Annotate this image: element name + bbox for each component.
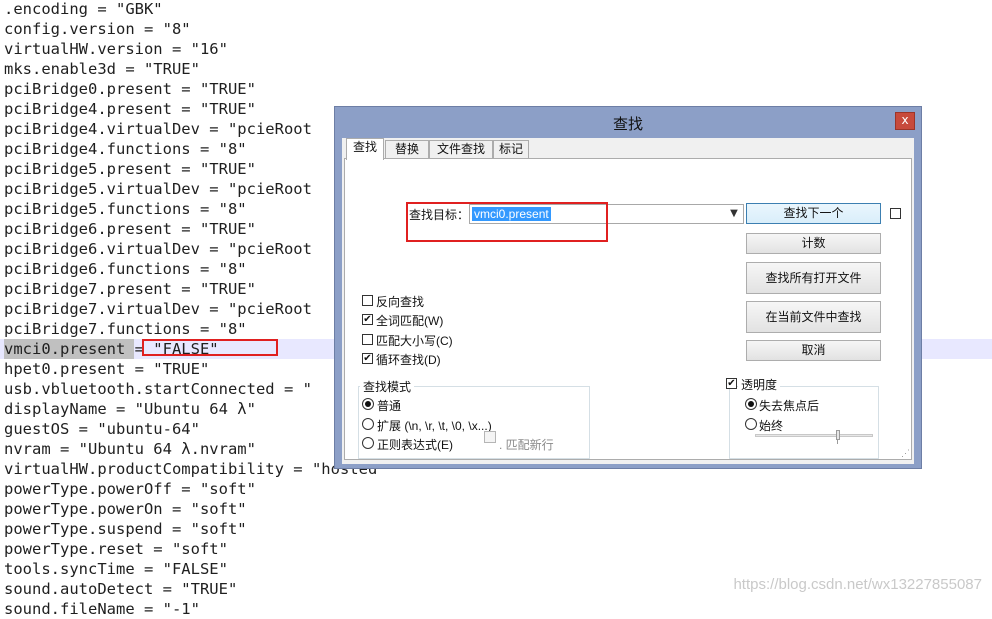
transparency-checkbox[interactable]: ✔ xyxy=(726,378,737,389)
code-line[interactable]: usb.vbluetooth.startConnected = " xyxy=(4,379,312,399)
dialog-titlebar[interactable]: 查找 x xyxy=(335,107,921,137)
wrap-around-checkbox[interactable]: ✔ xyxy=(362,353,373,364)
code-line[interactable]: pciBridge6.virtualDev = "pcieRoot xyxy=(4,239,312,259)
code-line[interactable]: .encoding = "GBK" xyxy=(4,0,163,19)
code-line[interactable]: tools.syncTime = "FALSE" xyxy=(4,559,228,579)
count-button[interactable]: 计数 xyxy=(746,233,881,254)
code-line[interactable]: pciBridge5.functions = "8" xyxy=(4,199,247,219)
code-line[interactable]: pciBridge0.present = "TRUE" xyxy=(4,79,256,99)
close-button[interactable]: x xyxy=(895,112,915,130)
code-line[interactable]: virtualHW.productCompatibility = "hosted… xyxy=(4,459,387,479)
code-line[interactable]: sound.autoDetect = "TRUE" xyxy=(4,579,237,599)
find-all-open-files-button[interactable]: 查找所有打开文件 xyxy=(746,262,881,294)
dot-newline-label: . 匹配新行 xyxy=(499,438,554,452)
close-icon: x xyxy=(901,113,909,127)
tab-find[interactable]: 查找 xyxy=(346,138,384,160)
transparency-slider-track[interactable] xyxy=(755,434,873,437)
find-in-current-file-button[interactable]: 在当前文件中查找 xyxy=(746,301,881,333)
mode-regex-radio[interactable] xyxy=(362,437,374,449)
code-line[interactable]: pciBridge7.present = "TRUE" xyxy=(4,279,256,299)
find-tab-panel: 查找目标： vmci0.present ▼ 查找下一个 计数 查找所有打开文件 … xyxy=(344,158,912,460)
cancel-button[interactable]: 取消 xyxy=(746,340,881,361)
transparency-focus-radio[interactable] xyxy=(745,398,757,410)
code-line[interactable]: pciBridge4.functions = "8" xyxy=(4,139,247,159)
code-line[interactable]: mks.enable3d = "TRUE" xyxy=(4,59,200,79)
dot-newline-checkbox[interactable] xyxy=(484,431,496,443)
mode-extended-radio[interactable] xyxy=(362,418,374,430)
code-line[interactable]: pciBridge6.functions = "8" xyxy=(4,259,247,279)
mode-regex-label[interactable]: 正则表达式(E) xyxy=(377,436,453,453)
match-case-label[interactable]: 匹配大小写(C) xyxy=(376,332,453,349)
code-line[interactable]: virtualHW.version = "16" xyxy=(4,39,228,59)
code-line[interactable]: powerType.powerOn = "soft" xyxy=(4,499,247,519)
backward-label[interactable]: 反向查找 xyxy=(376,293,424,310)
tab-replace[interactable]: 替换 xyxy=(385,140,429,159)
code-line[interactable]: powerType.powerOff = "soft" xyxy=(4,479,256,499)
tab-mark[interactable]: 标记 xyxy=(493,140,529,159)
mode-extended-label[interactable]: 扩展 (\n, \r, \t, \0, \x...) xyxy=(377,417,492,434)
code-line[interactable]: hpet0.present = "TRUE" xyxy=(4,359,209,379)
code-line[interactable]: displayName = "Ubuntu 64 λ" xyxy=(4,399,256,419)
dialog-title: 查找 xyxy=(612,116,643,133)
search-mode-title: 查找模式 xyxy=(360,378,415,395)
mode-normal-label[interactable]: 普通 xyxy=(377,397,401,414)
code-line[interactable]: guestOS = "ubuntu-64" xyxy=(4,419,200,439)
transparency-always-label[interactable]: 始终 xyxy=(759,417,783,434)
backward-checkbox[interactable] xyxy=(362,295,373,306)
code-line[interactable]: powerType.reset = "soft" xyxy=(4,539,228,559)
extra-checkbox[interactable] xyxy=(890,208,901,219)
code-line[interactable]: pciBridge4.present = "TRUE" xyxy=(4,99,256,119)
code-line[interactable]: pciBridge5.virtualDev = "pcieRoot xyxy=(4,179,312,199)
mode-normal-radio[interactable] xyxy=(362,398,374,410)
tab-find-in-files[interactable]: 文件查找 xyxy=(429,140,493,159)
wrap-around-label[interactable]: 循环查找(D) xyxy=(376,351,441,368)
code-line[interactable]: pciBridge4.virtualDev = "pcieRoot xyxy=(4,119,312,139)
code-line[interactable]: config.version = "8" xyxy=(4,19,191,39)
dialog-client: 查找 替换 文件查找 标记 查找目标： vmci0.present ▼ 查找下一… xyxy=(342,138,914,464)
transparency-title[interactable]: 透明度 xyxy=(738,376,781,393)
transparency-always-radio[interactable] xyxy=(745,418,757,430)
chevron-down-icon[interactable]: ▼ xyxy=(727,206,741,222)
find-next-button[interactable]: 查找下一个 xyxy=(746,203,881,224)
whole-word-checkbox[interactable]: ✔ xyxy=(362,314,373,325)
code-line[interactable]: pciBridge7.virtualDev = "pcieRoot xyxy=(4,299,312,319)
code-line[interactable]: powerType.suspend = "soft" xyxy=(4,519,247,539)
resize-grip-icon[interactable]: ⋰ xyxy=(900,448,910,458)
code-line[interactable]: pciBridge7.functions = "8" xyxy=(4,319,247,339)
watermark: https://blog.csdn.net/wx13227855087 xyxy=(733,576,982,593)
annotation-box-editor xyxy=(142,339,278,356)
code-line[interactable]: sound.fileName = "-1" xyxy=(4,599,200,619)
annotation-box-dialog xyxy=(406,202,608,242)
whole-word-label[interactable]: 全词匹配(W) xyxy=(376,312,443,329)
transparency-focus-label[interactable]: 失去焦点后 xyxy=(759,397,819,414)
code-line[interactable]: pciBridge5.present = "TRUE" xyxy=(4,159,256,179)
find-dialog: 查找 x 查找 替换 文件查找 标记 查找目标： vmci0.present ▼… xyxy=(334,106,922,469)
code-line[interactable]: nvram = "Ubuntu 64 λ.nvram" xyxy=(4,439,256,459)
match-case-checkbox[interactable] xyxy=(362,334,373,345)
transparency-slider-thumb[interactable] xyxy=(835,430,840,440)
code-line[interactable]: pciBridge6.present = "TRUE" xyxy=(4,219,256,239)
slider-tick xyxy=(836,440,838,444)
